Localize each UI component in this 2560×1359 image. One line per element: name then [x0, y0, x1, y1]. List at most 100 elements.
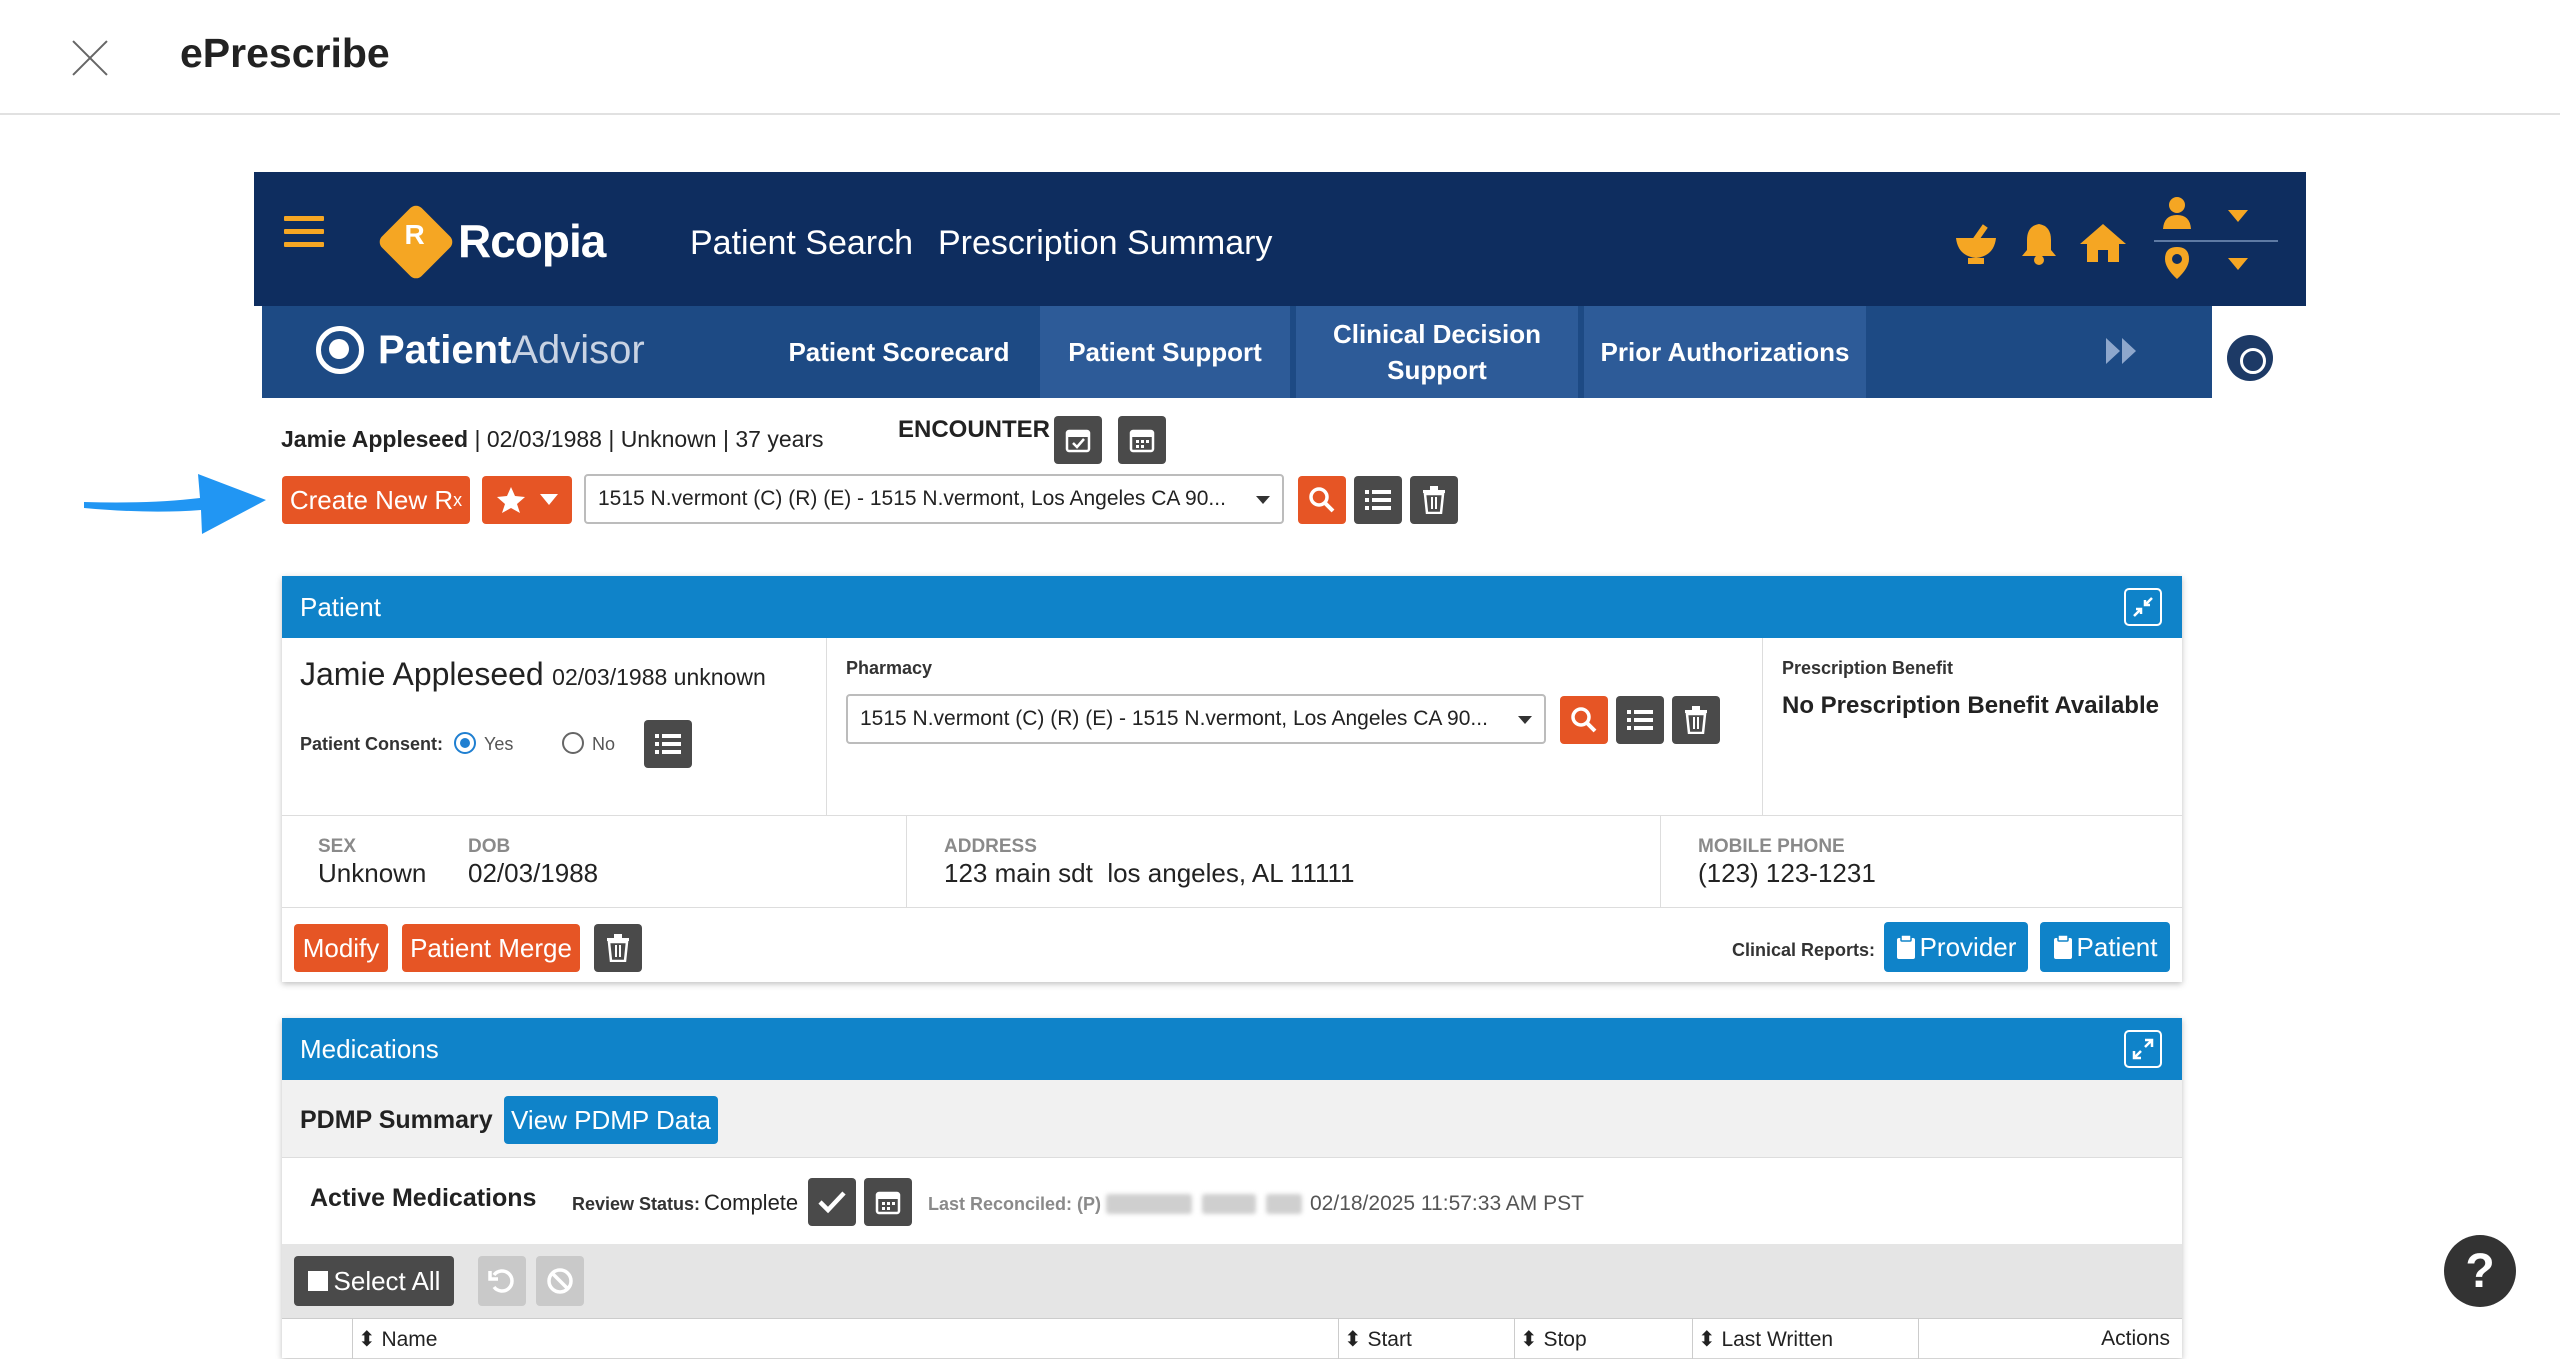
consent-label: Patient Consent: — [300, 734, 444, 754]
patient-report-button[interactable]: Patient — [2040, 922, 2170, 972]
patient-advisor-bar: PatientAdvisor Patient Scorecard Patient… — [262, 306, 2212, 398]
nav-patient-search[interactable]: Patient Search — [690, 224, 913, 263]
tab-clinical-decision-support[interactable]: Clinical Decision Support — [1296, 306, 1578, 398]
consent-no-radio[interactable] — [562, 732, 584, 754]
patient-pharmacy-delete-button[interactable] — [1672, 696, 1720, 744]
consent-list-button[interactable] — [644, 720, 692, 768]
divider — [1692, 1319, 1693, 1359]
address-value: 123 main sdt los angeles, AL 11111 — [944, 858, 1355, 888]
pharmacy-delete-button[interactable] — [1410, 476, 1458, 524]
mortar-pestle-icon[interactable] — [1952, 222, 2000, 266]
provider-report-label: Provider — [1919, 931, 2017, 962]
clipboard-icon — [2053, 934, 2072, 959]
calendar-icon — [875, 1191, 901, 1215]
phone-label: MOBILE PHONE — [1698, 836, 1845, 857]
review-calendar-button[interactable] — [864, 1178, 912, 1226]
last-reconciled-value: 02/18/2025 11:57:33 AM PST — [1310, 1192, 1584, 1215]
select-all-button[interactable]: Select All — [294, 1256, 454, 1306]
provider-report-button[interactable]: Provider — [1884, 922, 2028, 972]
review-complete-button[interactable] — [808, 1178, 856, 1226]
select-caret-icon — [1518, 716, 1532, 724]
collapse-icon[interactable] — [2124, 588, 2162, 626]
divider — [1762, 638, 1763, 816]
dialog-header: ePrescribe — [0, 0, 2560, 115]
active-meds-row: Active Medications Review Status: Comple… — [282, 1158, 2182, 1244]
divider — [1918, 1319, 1919, 1359]
patient-panel: Patient Jamie Appleseed 02/03/1988 unkno… — [282, 576, 2182, 982]
double-chevron-right-icon[interactable] — [2104, 336, 2140, 366]
encounter-label: ENCOUNTER — [898, 416, 1051, 443]
select-all-label: Select All — [333, 1265, 441, 1296]
create-new-rx-button[interactable]: Create New Rx — [282, 476, 470, 524]
close-icon[interactable] — [68, 36, 112, 80]
cancel-button[interactable] — [536, 1256, 584, 1306]
expand-icon[interactable] — [2124, 1030, 2162, 1068]
patient-info-top: Jamie Appleseed 02/03/1988 unknown Patie… — [282, 638, 2182, 816]
user-dropdown-chevron-down-icon[interactable] — [2228, 210, 2248, 222]
benefit-value: No Prescription Benefit Available — [1782, 692, 2159, 719]
patient-merge-button[interactable]: Patient Merge — [402, 924, 580, 972]
view-pdmp-button[interactable]: View PDMP Data — [504, 1096, 718, 1144]
pharmacy-select-value: 1515 N.vermont (C) (R) (E) - 1515 N.verm… — [598, 487, 1226, 510]
search-icon — [1571, 707, 1597, 733]
rcopia-brand: Rcopia — [458, 215, 606, 267]
user-icon[interactable] — [2162, 196, 2192, 230]
redacted-text — [1266, 1194, 1302, 1214]
checkbox-icon — [307, 1271, 328, 1291]
pharmacy-select[interactable]: 1515 N.vermont (C) (R) (E) - 1515 N.verm… — [584, 474, 1284, 524]
patient-advisor-side-icon[interactable] — [2227, 335, 2273, 381]
column-header-name[interactable]: ⬍ Name — [358, 1327, 437, 1352]
rcopia-logo-icon: R — [376, 202, 456, 282]
dob-value: 02/03/1988 — [468, 858, 599, 888]
dialog-title: ePrescribe — [180, 30, 390, 76]
help-button[interactable]: ? — [2444, 1235, 2516, 1307]
divider — [352, 1319, 353, 1359]
active-meds-label: Active Medications — [310, 1184, 537, 1212]
hamburger-menu-icon[interactable] — [284, 216, 324, 248]
divider — [826, 638, 827, 816]
navbar-divider — [2154, 240, 2278, 242]
pharmacy-search-button[interactable] — [1298, 476, 1346, 524]
divider — [906, 816, 907, 908]
select-caret-icon — [1256, 496, 1270, 504]
encounter-calendar-button[interactable] — [1118, 416, 1166, 464]
med-toolbar: Select All — [282, 1244, 2182, 1318]
calendar-icon — [1129, 429, 1155, 453]
medications-panel-title: Medications — [300, 1033, 439, 1064]
benefit-label: Prescription Benefit — [1782, 658, 1954, 678]
encounter-check-calendar-button[interactable] — [1054, 416, 1102, 464]
ban-icon — [547, 1268, 573, 1294]
modify-button[interactable]: Modify — [294, 924, 388, 972]
location-pin-icon[interactable] — [2164, 246, 2190, 280]
column-header-stop[interactable]: ⬍ Stop — [1520, 1327, 1587, 1352]
pharmacy-label: Pharmacy — [846, 658, 933, 678]
tab-prior-authorizations[interactable]: Prior Authorizations — [1584, 306, 1866, 398]
tab-patient-scorecard[interactable]: Patient Scorecard — [774, 306, 1024, 398]
consent-yes-radio[interactable] — [454, 732, 476, 754]
redacted-text — [1106, 1194, 1192, 1214]
pharmacy-list-button[interactable] — [1354, 476, 1402, 524]
clipboard-icon — [1896, 934, 1915, 959]
column-header-start[interactable]: ⬍ Start — [1344, 1327, 1412, 1352]
tab-patient-support[interactable]: Patient Support — [1040, 306, 1290, 398]
column-header-last-written[interactable]: ⬍ Last Written — [1698, 1327, 1833, 1352]
location-dropdown-chevron-down-icon[interactable] — [2228, 258, 2248, 270]
patient-panel-header: Patient — [282, 576, 2182, 638]
home-icon[interactable] — [2078, 220, 2128, 266]
sex-label: SEX — [318, 836, 357, 857]
review-status-label: Review Status: — [572, 1194, 701, 1214]
nav-prescription-summary[interactable]: Prescription Summary — [938, 224, 1272, 263]
patient-delete-button[interactable] — [594, 924, 642, 972]
phone-value: (123) 123-1231 — [1698, 858, 1876, 888]
address-label: ADDRESS — [944, 836, 1037, 857]
patient-pharmacy-search-button[interactable] — [1560, 696, 1608, 744]
chevron-down-icon — [540, 494, 558, 505]
undo-button[interactable] — [478, 1256, 526, 1306]
bell-icon[interactable] — [2018, 220, 2060, 266]
divider — [1514, 1319, 1515, 1359]
patient-pharmacy-list-button[interactable] — [1616, 696, 1664, 744]
favorites-dropdown-button[interactable] — [482, 476, 572, 524]
patient-pharmacy-select[interactable]: 1515 N.vermont (C) (R) (E) - 1515 N.verm… — [846, 694, 1546, 744]
patient-panel-title: Patient — [300, 591, 381, 622]
list-icon — [1627, 710, 1653, 730]
